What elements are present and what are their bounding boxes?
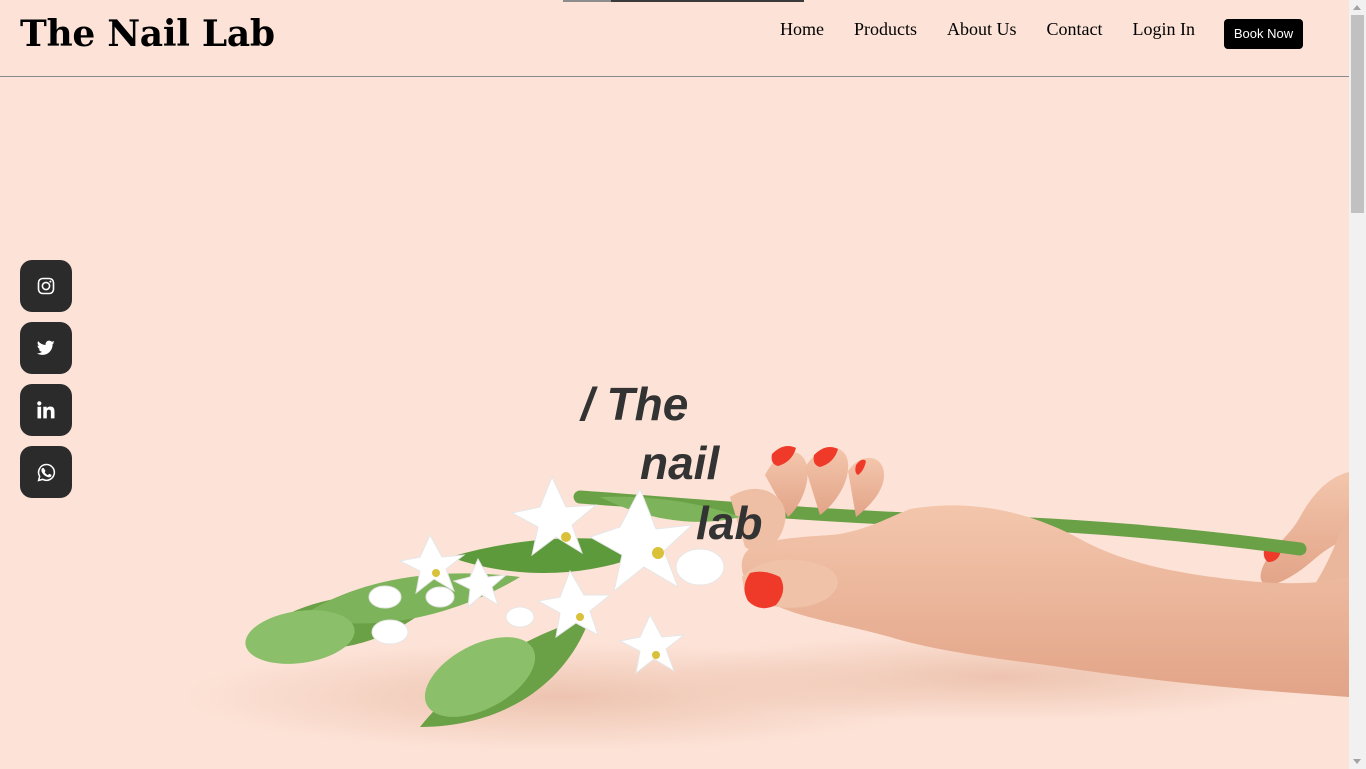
instagram-icon bbox=[37, 277, 55, 295]
instagram-button[interactable] bbox=[20, 260, 72, 312]
twitter-button[interactable] bbox=[20, 322, 72, 374]
twitter-icon bbox=[37, 340, 55, 355]
main-nav: Home Products About Us Contact Login In bbox=[780, 18, 1195, 40]
hero-title-line-1: / The bbox=[581, 378, 689, 430]
hero-title-line-2: nail bbox=[640, 437, 720, 489]
hero-title-line-3: lab bbox=[696, 497, 763, 549]
linkedin-icon bbox=[37, 401, 55, 419]
book-now-button[interactable]: Book Now bbox=[1224, 19, 1303, 49]
loading-indicator bbox=[563, 0, 804, 2]
whatsapp-button[interactable] bbox=[20, 446, 72, 498]
scroll-thumb[interactable] bbox=[1351, 15, 1364, 213]
nav-products[interactable]: Products bbox=[854, 18, 917, 40]
nav-about-us[interactable]: About Us bbox=[947, 18, 1017, 40]
brand-logo[interactable]: The Nail Lab bbox=[20, 8, 275, 60]
vertical-scrollbar[interactable] bbox=[1349, 0, 1366, 769]
nav-contact[interactable]: Contact bbox=[1047, 18, 1103, 40]
scroll-up-arrow-icon[interactable] bbox=[1353, 5, 1361, 10]
whatsapp-icon bbox=[37, 463, 55, 481]
site-header: The Nail Lab Home Products About Us Cont… bbox=[0, 0, 1349, 77]
nav-home[interactable]: Home bbox=[780, 18, 824, 40]
nav-login[interactable]: Login In bbox=[1133, 18, 1196, 40]
scroll-down-arrow-icon[interactable] bbox=[1353, 759, 1361, 764]
linkedin-button[interactable] bbox=[20, 384, 72, 436]
page: The Nail Lab Home Products About Us Cont… bbox=[0, 0, 1366, 769]
